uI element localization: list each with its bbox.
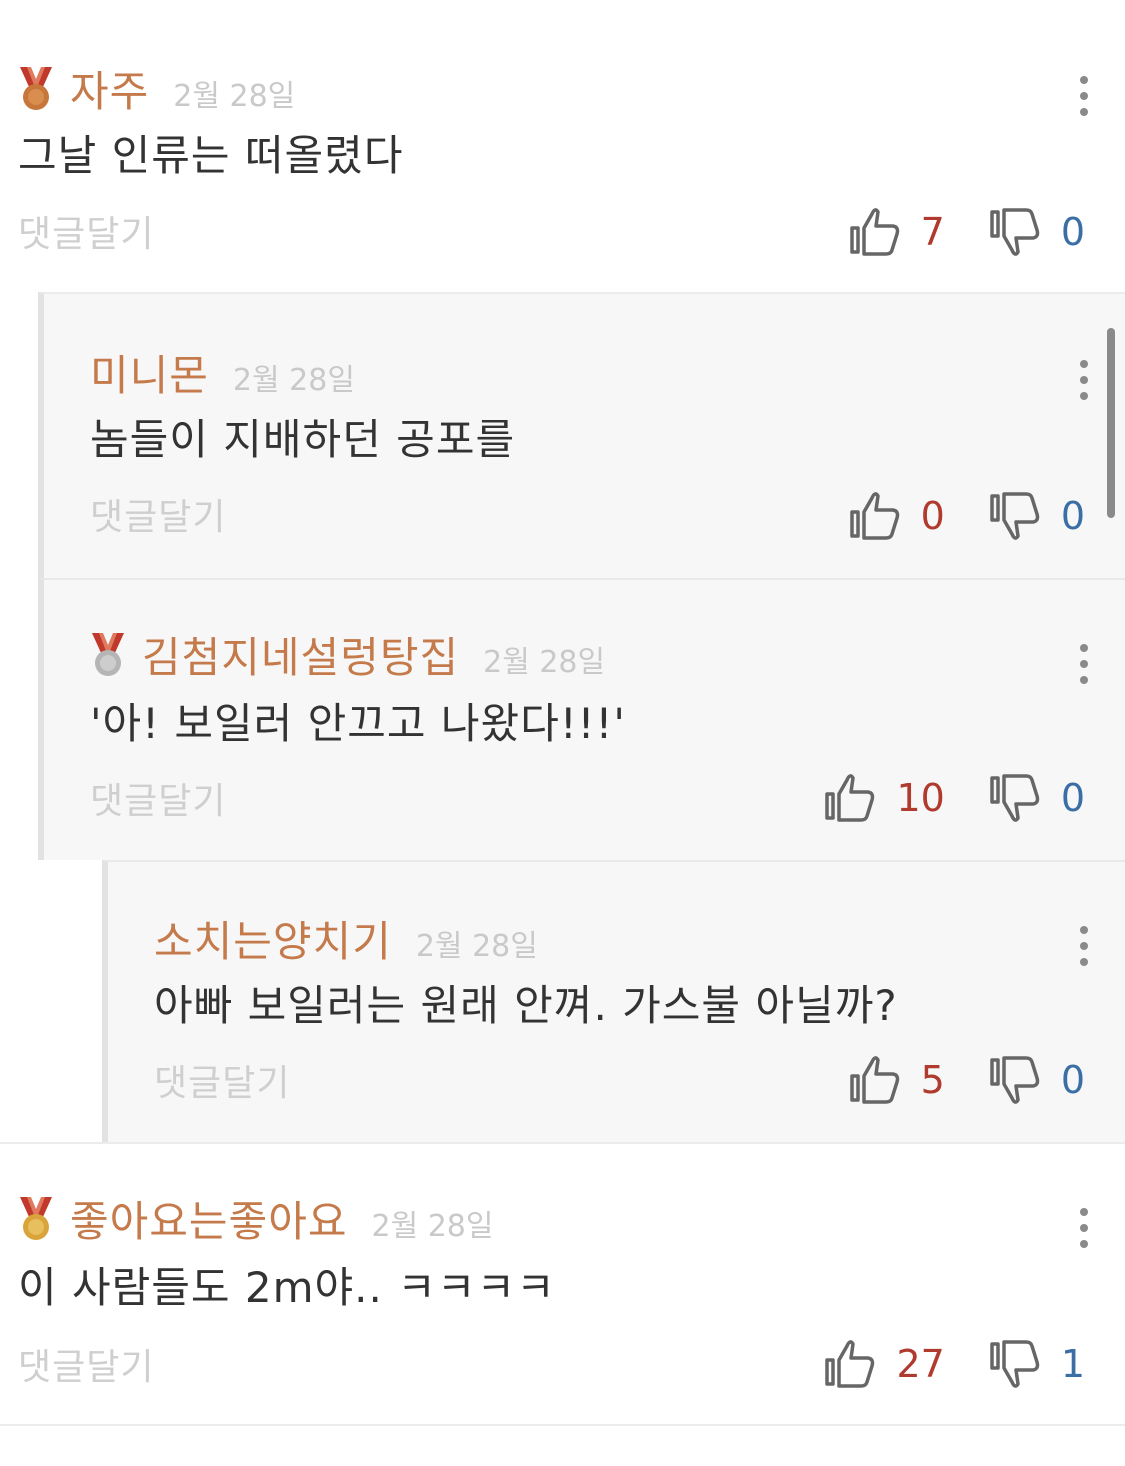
vote-bar: 10 0	[822, 770, 1085, 826]
comment-text: 그날 인류는 떠올렸다	[18, 131, 404, 180]
more-vertical-icon[interactable]	[1079, 1208, 1089, 1248]
dislike-count: 0	[1060, 210, 1085, 254]
comment-text: '아! 보일러 안끄고 나왔다!!!'	[90, 699, 626, 748]
reply-comment: 미니몬 2월 28일 놈들이 지배하던 공포를 댓글달기 0 0	[38, 292, 1125, 578]
like-button[interactable]: 27	[822, 1336, 945, 1392]
reply-button[interactable]: 댓글달기	[18, 1338, 154, 1390]
like-count: 7	[920, 210, 945, 254]
comment-date: 2월 28일	[483, 645, 606, 680]
like-button[interactable]: 7	[847, 204, 945, 260]
thumbs-up-icon	[825, 1340, 875, 1388]
like-count: 27	[896, 1342, 945, 1386]
thumbs-up-icon	[849, 208, 899, 256]
comment-date: 2월 28일	[173, 79, 296, 114]
more-vertical-icon[interactable]	[1079, 644, 1089, 684]
comment: 자주 2월 28일 그날 인류는 떠올렸다 댓글달기 7 0	[0, 0, 1125, 292]
reply-button[interactable]: 댓글달기	[90, 772, 226, 824]
scrollbar[interactable]	[1107, 328, 1115, 518]
bronze-medal-icon	[20, 66, 52, 110]
comment-text: 아빠 보일러는 원래 안껴. 가스불 아닐까?	[154, 981, 898, 1030]
author-name[interactable]: 소치는양치기	[154, 908, 392, 969]
thumbs-down-icon	[990, 1056, 1040, 1104]
thumbs-up-icon	[849, 1056, 899, 1104]
divider	[0, 1424, 1125, 1426]
dislike-count: 0	[1060, 776, 1085, 820]
comment-header: 좋아요는좋아요 2월 28일	[18, 1188, 493, 1249]
thumbs-up-icon	[849, 492, 899, 540]
reply-comment: 소치는양치기 2월 28일 아빠 보일러는 원래 안껴. 가스불 아닐까? 댓글…	[102, 860, 1125, 1142]
author-name[interactable]: 좋아요는좋아요	[70, 1188, 347, 1249]
comment-text: 놈들이 지배하던 공포를	[90, 415, 516, 464]
more-vertical-icon[interactable]	[1079, 926, 1089, 966]
like-count: 10	[896, 776, 945, 820]
comment-header: 소치는양치기 2월 28일	[154, 908, 538, 969]
thumbs-down-icon	[990, 492, 1040, 540]
dislike-button[interactable]: 0	[987, 770, 1085, 826]
dislike-button[interactable]: 0	[987, 1052, 1085, 1108]
thumbs-down-icon	[990, 774, 1040, 822]
like-button[interactable]: 5	[847, 1052, 945, 1108]
comment-date: 2월 28일	[415, 929, 538, 964]
dislike-count: 0	[1060, 1058, 1085, 1102]
dislike-count: 1	[1060, 1342, 1085, 1386]
author-name[interactable]: 미니몬	[90, 342, 209, 403]
dislike-button[interactable]: 1	[987, 1336, 1085, 1392]
thumbs-down-icon	[990, 208, 1040, 256]
reply-button[interactable]: 댓글달기	[154, 1054, 290, 1106]
like-button[interactable]: 10	[822, 770, 945, 826]
vote-bar: 7 0	[847, 204, 1085, 260]
vote-bar: 0 0	[847, 488, 1085, 544]
silver-medal-icon	[92, 632, 124, 676]
like-count: 5	[920, 1058, 945, 1102]
comment-header: 김첨지네설렁탕집 2월 28일	[90, 624, 605, 685]
thumbs-down-icon	[990, 1340, 1040, 1388]
comment: 좋아요는좋아요 2월 28일 이 사람들도 2m야.. ㅋㅋㅋㅋ 댓글달기 27…	[0, 1142, 1125, 1426]
author-name[interactable]: 자주	[70, 58, 149, 119]
reply-button[interactable]: 댓글달기	[18, 205, 154, 257]
comment-text: 이 사람들도 2m야.. ㅋㅋㅋㅋ	[18, 1263, 556, 1312]
dislike-count: 0	[1060, 494, 1085, 538]
vote-bar: 5 0	[847, 1052, 1085, 1108]
like-count: 0	[920, 494, 945, 538]
dislike-button[interactable]: 0	[987, 204, 1085, 260]
more-vertical-icon[interactable]	[1079, 76, 1089, 116]
dislike-button[interactable]: 0	[987, 488, 1085, 544]
reply-comment: 김첨지네설렁탕집 2월 28일 '아! 보일러 안끄고 나왔다!!!' 댓글달기…	[38, 578, 1125, 860]
comment-date: 2월 28일	[232, 363, 355, 398]
reply-button[interactable]: 댓글달기	[90, 488, 226, 540]
like-button[interactable]: 0	[847, 488, 945, 544]
gold-medal-icon	[20, 1196, 52, 1240]
comment-header: 자주 2월 28일	[18, 58, 295, 119]
comment-header: 미니몬 2월 28일	[90, 342, 355, 403]
thumbs-up-icon	[825, 774, 875, 822]
vote-bar: 27 1	[822, 1336, 1085, 1392]
author-name[interactable]: 김첨지네설렁탕집	[142, 624, 459, 685]
more-vertical-icon[interactable]	[1079, 360, 1089, 400]
comment-date: 2월 28일	[371, 1209, 494, 1244]
